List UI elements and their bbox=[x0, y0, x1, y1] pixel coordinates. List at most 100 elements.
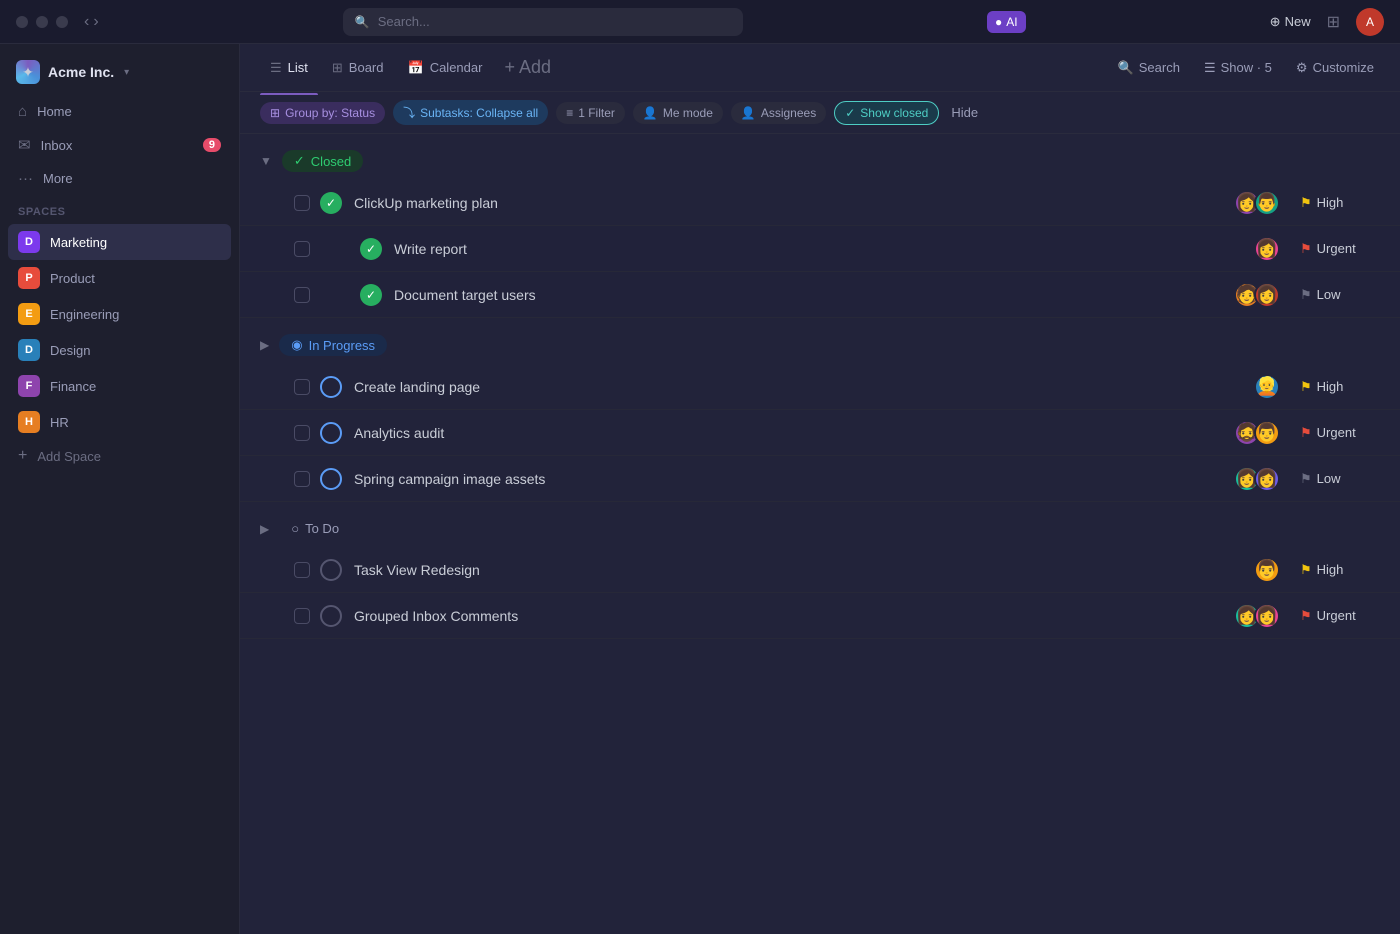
user-avatar[interactable]: A bbox=[1356, 8, 1384, 36]
subtask-name: Write report bbox=[394, 241, 1254, 257]
group-toggle-closed[interactable]: ▼ bbox=[260, 154, 272, 168]
subtasks-filter[interactable]: ⤵ Subtasks: Collapse all bbox=[393, 100, 548, 125]
avatar bbox=[1254, 603, 1280, 629]
sidebar-item-engineering[interactable]: E Engineering bbox=[8, 296, 231, 332]
search-bar[interactable]: 🔍 Search... bbox=[343, 8, 743, 36]
engineering-dot: E bbox=[18, 303, 40, 325]
priority-flag-icon: ⚑ bbox=[1300, 241, 1312, 257]
topbar-right: ⊕ New ⊞ A bbox=[1270, 8, 1384, 36]
new-icon: ⊕ bbox=[1270, 14, 1281, 30]
task-status-done[interactable]: ✓ bbox=[320, 192, 342, 214]
table-row[interactable]: ⋮⋮ ✓ ClickUp marketing plan ⚑ High bbox=[240, 180, 1400, 226]
subtasks-label: Subtasks: Collapse all bbox=[420, 106, 538, 120]
sidebar-item-more[interactable]: ··· More bbox=[8, 163, 231, 194]
task-status-circle[interactable] bbox=[320, 468, 342, 490]
brand[interactable]: ✦ Acme Inc. ▾ bbox=[0, 56, 239, 96]
search-action[interactable]: 🔍 Search bbox=[1112, 56, 1186, 80]
sidebar-item-home[interactable]: ⌂ Home bbox=[8, 96, 231, 127]
sidebar-item-product[interactable]: P Product bbox=[8, 260, 231, 296]
priority-badge: ⚑ Low bbox=[1300, 471, 1380, 487]
group-by-filter[interactable]: ⊞ Group by: Status bbox=[260, 102, 385, 124]
add-tab-button[interactable]: + Add bbox=[496, 53, 559, 82]
marketing-dot: D bbox=[18, 231, 40, 253]
task-assignees bbox=[1254, 236, 1280, 262]
table-row[interactable]: ⋮⋮ ✓ Write report ⚑ Urgent bbox=[240, 226, 1400, 272]
in-progress-label: In Progress bbox=[309, 338, 375, 353]
search-input[interactable]: Search... bbox=[378, 14, 731, 29]
group-badge-in-progress[interactable]: ◉ In Progress bbox=[279, 334, 387, 356]
task-checkbox[interactable] bbox=[294, 241, 310, 257]
table-row[interactable]: ⋮⋮ ✓ Document target users ⚑ Low bbox=[240, 272, 1400, 318]
me-mode-button[interactable]: 👤 Me mode bbox=[633, 102, 723, 124]
task-name: ClickUp marketing plan bbox=[354, 195, 1234, 211]
task-status-circle-gray[interactable] bbox=[320, 559, 342, 581]
tab-board[interactable]: ⊞ Board bbox=[322, 54, 394, 82]
show-closed-button[interactable]: ✓ Show closed bbox=[834, 101, 939, 125]
task-assignees bbox=[1234, 190, 1280, 216]
tab-list[interactable]: ☰ List bbox=[260, 54, 318, 82]
sidebar-item-hr[interactable]: H HR bbox=[8, 404, 231, 440]
task-status-circle[interactable] bbox=[320, 376, 342, 398]
new-button[interactable]: ⊕ New bbox=[1270, 14, 1311, 30]
task-assignees bbox=[1234, 466, 1280, 492]
tab-calendar[interactable]: 📅 Calendar bbox=[398, 54, 493, 82]
task-checkbox[interactable] bbox=[294, 195, 310, 211]
assignees-button[interactable]: 👤 Assignees bbox=[731, 102, 826, 124]
task-checkbox[interactable] bbox=[294, 471, 310, 487]
window-controls bbox=[16, 16, 68, 28]
task-status-circle-gray[interactable] bbox=[320, 605, 342, 627]
sidebar-item-inbox[interactable]: ✉ Inbox 9 bbox=[8, 129, 231, 161]
filter-button[interactable]: ≡ 1 Filter bbox=[556, 102, 625, 124]
grid-icon[interactable]: ⊞ bbox=[1327, 12, 1340, 32]
todo-label: To Do bbox=[305, 521, 339, 536]
show-action-icon: ☰ bbox=[1204, 60, 1216, 76]
sidebar-item-design[interactable]: D Design bbox=[8, 332, 231, 368]
task-status-circle[interactable] bbox=[320, 422, 342, 444]
back-button[interactable]: ‹ bbox=[84, 13, 89, 31]
task-checkbox[interactable] bbox=[294, 379, 310, 395]
nav-arrows: ‹ › bbox=[84, 13, 99, 31]
group-badge-closed[interactable]: ✓ Closed bbox=[282, 150, 363, 172]
filter-label: 1 Filter bbox=[578, 106, 615, 120]
window-minimize[interactable] bbox=[36, 16, 48, 28]
avatar bbox=[1254, 374, 1280, 400]
task-assignees bbox=[1254, 374, 1280, 400]
group-badge-todo[interactable]: ○ To Do bbox=[279, 518, 351, 539]
sidebar-item-marketing[interactable]: D Marketing bbox=[8, 224, 231, 260]
group-toggle-todo[interactable]: ▶ bbox=[260, 522, 269, 536]
task-checkbox[interactable] bbox=[294, 425, 310, 441]
hide-button[interactable]: Hide bbox=[951, 105, 978, 120]
design-dot: D bbox=[18, 339, 40, 361]
forward-button[interactable]: › bbox=[93, 13, 98, 31]
search-action-label: Search bbox=[1139, 60, 1180, 75]
window-close[interactable] bbox=[16, 16, 28, 28]
task-checkbox[interactable] bbox=[294, 562, 310, 578]
avatar bbox=[1254, 282, 1280, 308]
finance-label: Finance bbox=[50, 379, 96, 394]
table-row[interactable]: ⋮⋮ Grouped Inbox Comments ⚑ Urgent bbox=[240, 593, 1400, 639]
table-row[interactable]: ⋮⋮ Task View Redesign ⚑ High bbox=[240, 547, 1400, 593]
task-checkbox[interactable] bbox=[294, 287, 310, 303]
subtask-status-done[interactable]: ✓ bbox=[360, 238, 382, 260]
group-header-closed: ▼ ✓ Closed bbox=[240, 134, 1400, 180]
priority-flag-icon: ⚑ bbox=[1300, 425, 1312, 441]
subtasks-icon: ⤵ bbox=[403, 104, 415, 121]
group-toggle-in-progress[interactable]: ▶ bbox=[260, 338, 269, 352]
assignees-label: Assignees bbox=[761, 106, 816, 120]
search-action-icon: 🔍 bbox=[1118, 60, 1134, 76]
ai-button[interactable]: ● AI bbox=[987, 11, 1026, 33]
avatar bbox=[1254, 420, 1280, 446]
task-checkbox[interactable] bbox=[294, 608, 310, 624]
sidebar-item-finance[interactable]: F Finance bbox=[8, 368, 231, 404]
product-dot: P bbox=[18, 267, 40, 289]
add-space-button[interactable]: + Add Space bbox=[8, 440, 231, 472]
priority-label: Urgent bbox=[1317, 425, 1356, 440]
table-row[interactable]: ⋮⋮ Create landing page ⚑ High bbox=[240, 364, 1400, 410]
priority-label: High bbox=[1317, 379, 1344, 394]
subtask-status-done[interactable]: ✓ bbox=[360, 284, 382, 306]
customize-action[interactable]: ⚙ Customize bbox=[1290, 56, 1380, 80]
window-maximize[interactable] bbox=[56, 16, 68, 28]
table-row[interactable]: ⋮⋮ Spring campaign image assets ⚑ Low bbox=[240, 456, 1400, 502]
table-row[interactable]: ⋮⋮ Analytics audit ⚑ Urgent bbox=[240, 410, 1400, 456]
show-action[interactable]: ☰ Show · 5 bbox=[1198, 56, 1278, 80]
